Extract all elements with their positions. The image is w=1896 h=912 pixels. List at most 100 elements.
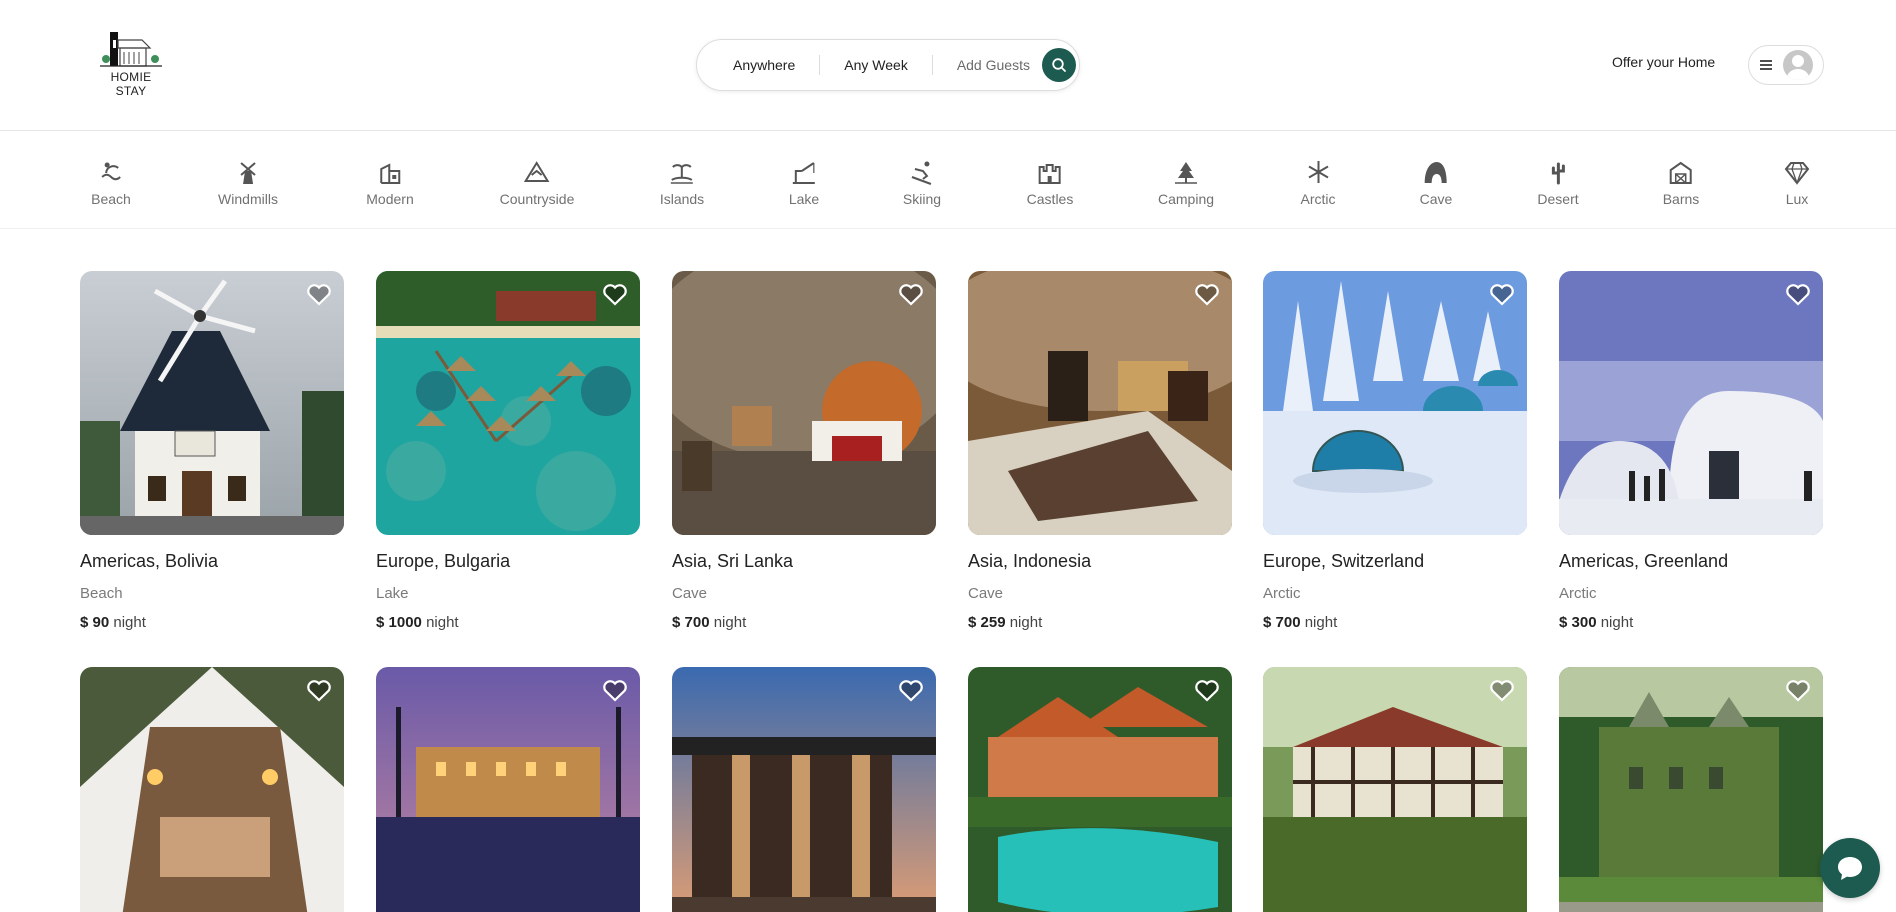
category-windmills[interactable]: Windmills	[218, 159, 278, 207]
logo-text-line-1: HOMIE	[110, 70, 152, 84]
category-arctic[interactable]: Arctic	[1301, 159, 1336, 207]
castle-icon	[1039, 164, 1061, 184]
search-button[interactable]	[1041, 48, 1076, 82]
listing-price: $ 259 night	[968, 614, 1232, 631]
price-amount: $ 90	[80, 614, 110, 631]
favorite-heart-icon[interactable]	[898, 283, 924, 307]
price-amount: $ 300	[1559, 614, 1597, 631]
price-amount: $ 700	[672, 614, 710, 631]
listing-photo-cave-suite[interactable]	[968, 271, 1232, 535]
favorite-heart-icon[interactable]	[602, 283, 628, 307]
favorite-heart-icon[interactable]	[1489, 679, 1515, 703]
price-amount: $ 259	[968, 614, 1006, 631]
homie-stay-logo[interactable]: HOMIE STAY	[96, 26, 166, 102]
diamond-icon	[1784, 162, 1810, 185]
favorite-heart-icon[interactable]	[1194, 679, 1220, 703]
search-where[interactable]: Anywhere	[709, 55, 821, 75]
camping-tree-icon	[1175, 162, 1197, 184]
listing-card[interactable]: Europe, Bulgaria Lake $ 1000 night	[376, 271, 640, 631]
chat-button[interactable]	[1820, 838, 1880, 898]
favorite-heart-icon[interactable]	[1785, 283, 1811, 307]
category-skiing[interactable]: Skiing	[903, 159, 941, 207]
listing-card[interactable]: Asia, Sri Lanka Cave $ 700 night	[672, 271, 936, 631]
listing-price: $ 700 night	[672, 614, 936, 631]
favorite-heart-icon[interactable]	[306, 283, 332, 307]
user-menu-button[interactable]	[1748, 45, 1824, 85]
category-label: Windmills	[218, 191, 278, 207]
category-camping[interactable]: Camping	[1158, 159, 1214, 207]
listing-card[interactable]: Europe, Switzerland Arctic $ 700 night	[1263, 271, 1527, 631]
favorite-heart-icon[interactable]	[1194, 283, 1220, 307]
listing-photo-ice-hotel[interactable]	[1559, 271, 1823, 535]
hamburger-menu-icon	[1760, 60, 1772, 70]
listing-location: Americas, Bolivia	[80, 551, 219, 571]
offer-your-home-link[interactable]: Offer your Home	[1612, 54, 1715, 70]
logo-text: HOMIE STAY	[96, 70, 166, 98]
listing-photo-tropical-resort-pool[interactable]	[968, 667, 1232, 912]
category-lake[interactable]: Lake	[789, 159, 819, 207]
snowflake-icon	[1307, 161, 1329, 183]
price-unit: night	[713, 614, 747, 631]
category-desert[interactable]: Desert	[1537, 159, 1579, 207]
search-when[interactable]: Any Week	[820, 55, 933, 75]
price-amount: $ 1000	[376, 614, 422, 631]
category-modern[interactable]: Modern	[366, 159, 414, 207]
listing-photo-cave-bedroom[interactable]	[672, 271, 936, 535]
listing-photo-tudor-manor[interactable]	[1263, 667, 1527, 912]
category-label: Beach	[91, 191, 131, 207]
listing-photo-glamping-tent[interactable]	[80, 667, 344, 912]
listing-card[interactable]: Asia, Indonesia Cave $ 259 night	[968, 271, 1232, 631]
listing-card[interactable]	[968, 667, 1232, 912]
top-header: HOMIE STAY Anywhere Any Week Add Guests …	[0, 0, 1896, 131]
category-cave[interactable]: Cave	[1420, 159, 1452, 207]
category-beach[interactable]: Beach	[91, 159, 131, 207]
listing-category: Beach	[80, 585, 123, 602]
island-icon	[670, 164, 693, 184]
category-label: Countryside	[499, 191, 575, 207]
chat-bubble-icon	[1838, 857, 1862, 880]
listing-location: Americas, Greenland	[1559, 551, 1729, 571]
listing-photo-glass-igloos[interactable]	[1263, 271, 1527, 535]
listing-photo-palace-pool-dusk[interactable]	[376, 667, 640, 912]
favorite-heart-icon[interactable]	[1785, 679, 1811, 703]
favorite-heart-icon[interactable]	[602, 679, 628, 703]
category-countryside[interactable]: Countryside	[499, 159, 575, 207]
price-unit: night	[1304, 614, 1338, 631]
modern-house-icon	[380, 163, 400, 184]
favorite-heart-icon[interactable]	[306, 679, 332, 703]
logo-house-icon	[100, 32, 162, 67]
listing-photo-ivy-castle[interactable]	[1559, 667, 1823, 912]
price-unit: night	[1009, 614, 1043, 631]
listing-location: Asia, Indonesia	[968, 551, 1092, 571]
listing-card[interactable]: Americas, Greenland Arctic $ 300 night	[1559, 271, 1823, 631]
listing-card[interactable]	[376, 667, 640, 912]
listing-card[interactable]	[672, 667, 936, 912]
cave-icon	[1425, 162, 1447, 183]
listing-card[interactable]	[1559, 667, 1823, 912]
listing-card[interactable]	[80, 667, 344, 912]
category-castles[interactable]: Castles	[1026, 159, 1074, 207]
search-bar[interactable]: Anywhere Any Week Add Guests	[696, 39, 1080, 91]
category-islands[interactable]: Islands	[660, 159, 704, 207]
listing-photo-overwater-bungalows[interactable]	[376, 271, 640, 535]
price-amount: $ 700	[1263, 614, 1301, 631]
category-label: Skiing	[902, 191, 942, 207]
lake-fishing-icon	[792, 162, 815, 184]
beach-icon	[101, 162, 121, 181]
category-label: Modern	[366, 191, 414, 207]
category-lux[interactable]: Lux	[1784, 159, 1810, 207]
listing-location: Europe, Switzerland	[1263, 551, 1425, 571]
windmill-icon	[240, 162, 256, 184]
listing-card[interactable]: Americas, Bolivia Beach $ 90 night	[80, 271, 344, 631]
listing-photo-modern-pavilion[interactable]	[672, 667, 936, 912]
listing-card[interactable]	[1263, 667, 1527, 912]
price-unit: night	[426, 614, 459, 631]
listing-photo-windmill-house[interactable]	[80, 271, 344, 535]
category-label: Castles	[1026, 191, 1074, 207]
favorite-heart-icon[interactable]	[898, 679, 924, 703]
category-label: Lux	[1785, 191, 1809, 207]
favorite-heart-icon[interactable]	[1489, 283, 1515, 307]
category-barns[interactable]: Barns	[1663, 159, 1699, 207]
search-guests[interactable]: Add Guests	[933, 55, 1042, 75]
barn-icon	[1669, 161, 1692, 184]
